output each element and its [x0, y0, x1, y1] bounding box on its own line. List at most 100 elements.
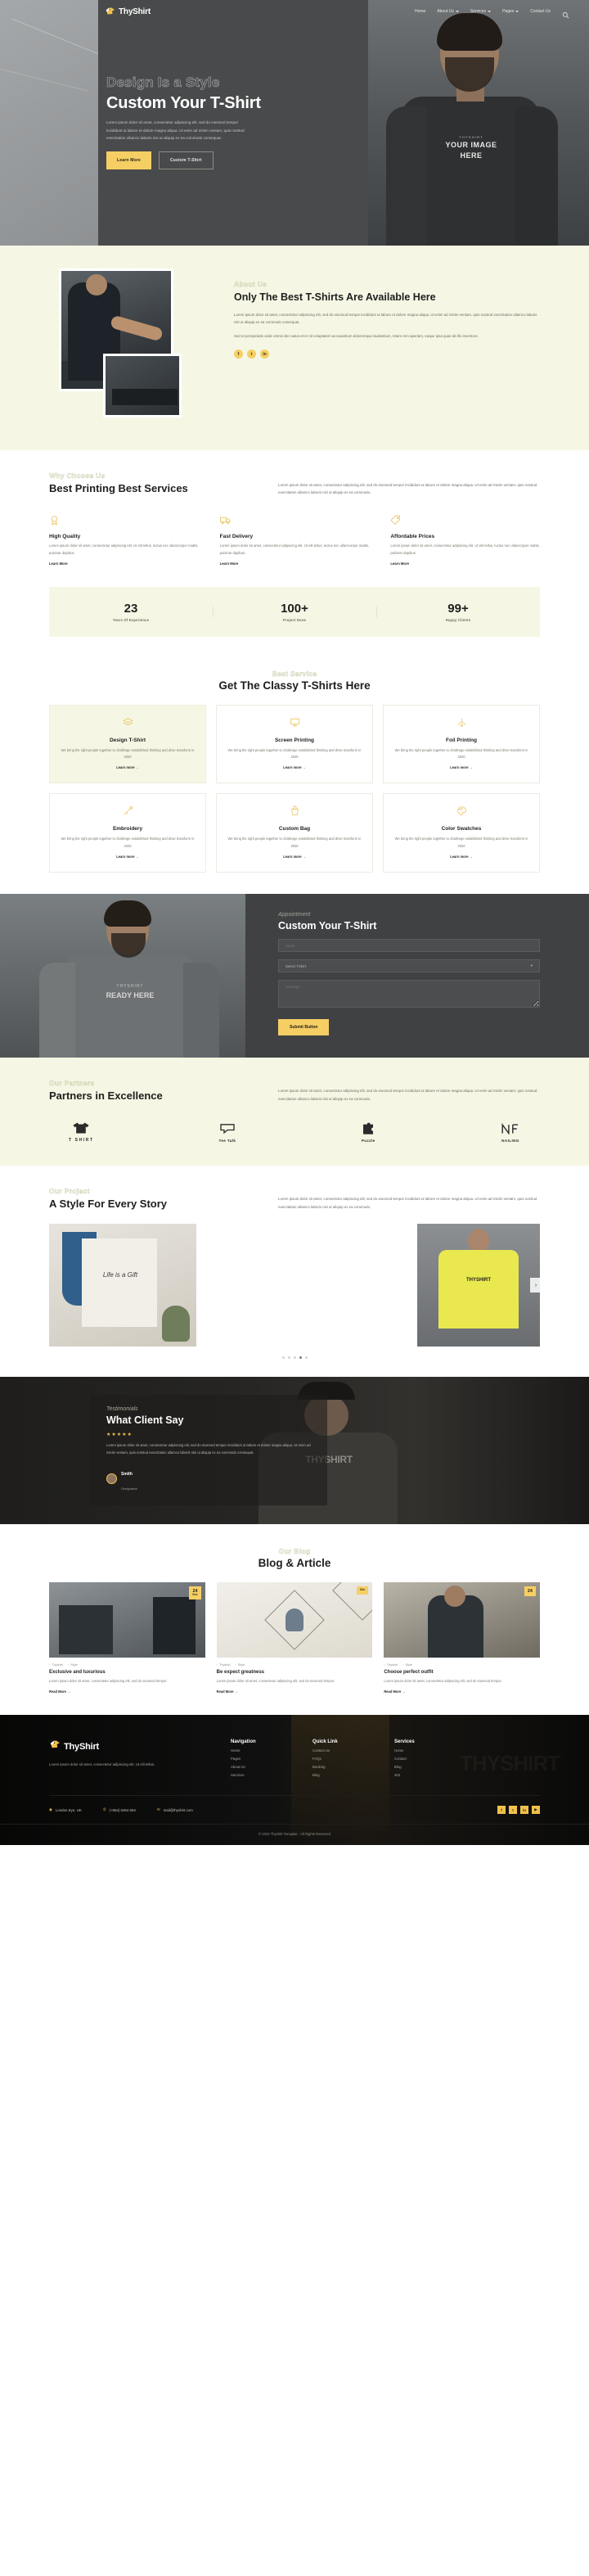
blog-date-badge: 24 Dec	[189, 1586, 201, 1599]
carousel-dot[interactable]	[287, 1356, 290, 1359]
why-features: High Quality Lorem ipsum dolor sit amet,…	[49, 515, 540, 566]
footer-link[interactable]: Contact Us	[312, 1748, 376, 1753]
youtube-icon[interactable]: ▶	[532, 1806, 540, 1815]
carousel-dot-active[interactable]	[299, 1356, 302, 1359]
blog-author-name: Thyshirt	[219, 1663, 231, 1667]
blog-read-more-link[interactable]: Read More →	[49, 1690, 205, 1694]
blog-image: 24 Dec	[216, 1582, 373, 1658]
partner-logo-tee-talk[interactable]: Tee Talk	[218, 1121, 236, 1143]
service-card-screen-printing[interactable]: Screen Printing We bring the right peopl…	[216, 704, 373, 784]
blog-date-day: 24	[527, 1589, 533, 1594]
custom-tshirt-button[interactable]: Custom T-Shirt	[158, 151, 214, 169]
footer-link[interactable]: Blog	[312, 1773, 376, 1777]
blog-card[interactable]: 24 Dec ◦ Thyshirt ◦ Style Be expect grea…	[216, 1582, 373, 1694]
partner-logo-nailing[interactable]: NAILING	[501, 1121, 520, 1143]
project-image-bag[interactable]: Life is a Gift	[49, 1224, 196, 1347]
blog-read-more-label: Read More	[216, 1690, 234, 1694]
foil-icon	[456, 717, 467, 731]
stat-label: Happy Clients	[445, 617, 471, 622]
footer-contact-phone[interactable]: ✆ (+654) 6464 654	[103, 1807, 136, 1812]
blog-card[interactable]: 24 Dec ◦ Thyshirt ◦ Style Exclusive and …	[49, 1582, 205, 1694]
testimonial-quote: Lorem ipsum dolor sit amet, consectetur …	[106, 1443, 311, 1455]
footer-contact-text: (+654) 6464 654	[109, 1807, 136, 1812]
footer-link[interactable]: FAQs	[312, 1757, 376, 1761]
feature-learn-more-link[interactable]: Learn More	[49, 562, 199, 566]
tshirt-select[interactable]: Select TShirt ▾	[278, 959, 540, 973]
footer-link[interactable]: Services	[231, 1773, 294, 1777]
message-field[interactable]	[278, 980, 540, 1008]
learn-more-button[interactable]: Learn More	[106, 151, 151, 169]
blog-read-more-link[interactable]: Read More →	[384, 1690, 540, 1694]
footer-link[interactable]: Contact	[394, 1757, 458, 1761]
avatar	[106, 1473, 117, 1485]
nav-item-pages[interactable]: Pages	[502, 9, 519, 14]
blog-meta: ◦ Thyshirt ◦ Style	[384, 1663, 540, 1667]
blog-read-more-link[interactable]: Read More →	[217, 1690, 373, 1694]
instagram-icon[interactable]: in	[520, 1806, 528, 1815]
feature-learn-more-link[interactable]: Learn More	[390, 562, 540, 566]
partner-logos: T SHIRT Tee Talk Puzzle NAILING	[49, 1121, 540, 1143]
testimonial-eyebrow: Testimonials	[106, 1406, 138, 1412]
instagram-icon[interactable]: in	[260, 350, 269, 359]
service-card-embroidery[interactable]: Embroidery We bring the right people tog…	[49, 793, 206, 873]
twitter-icon[interactable]: t	[509, 1806, 517, 1815]
blog-date-day: 24	[332, 1582, 373, 1621]
blog-card[interactable]: 24 Dec ◦ Thyshirt ◦ Style Choose perfect…	[384, 1582, 540, 1694]
why-eyebrow: Why Choose Us	[49, 471, 106, 480]
service-learn-more-link[interactable]: Learn more →	[393, 855, 529, 859]
footer-brand[interactable]: ThyShirt	[49, 1739, 213, 1754]
partner-logo-puzzle[interactable]: Puzzle	[361, 1121, 375, 1143]
service-learn-more-link[interactable]: Learn more →	[393, 765, 529, 769]
footer-link[interactable]: Home	[231, 1748, 294, 1753]
twitter-icon[interactable]: t	[247, 350, 256, 359]
nav-item-contact-us[interactable]: Contact Us	[530, 9, 551, 14]
carousel-dot[interactable]	[304, 1356, 308, 1359]
project-image-tee[interactable]: THYSHIRT	[417, 1224, 540, 1347]
stat-project-done: 100+ Project Done	[213, 602, 376, 622]
testimonial-author: Smith Designation	[106, 1464, 311, 1494]
partner-logo-tshirt[interactable]: T SHIRT	[69, 1121, 94, 1143]
service-text: We bring the right people together to ch…	[394, 837, 528, 848]
service-card-foil-printing[interactable]: Foil Printing We bring the right people …	[383, 704, 540, 784]
tag-icon: ◦	[67, 1663, 70, 1667]
service-learn-more-link[interactable]: Learn more →	[60, 855, 196, 859]
chevron-right-icon[interactable]: ›	[530, 1278, 542, 1293]
footer-link[interactable]: Blog	[394, 1765, 458, 1769]
facebook-icon[interactable]: f	[234, 350, 243, 359]
footer-link[interactable]: Booking	[312, 1765, 376, 1769]
facebook-icon[interactable]: f	[497, 1806, 506, 1815]
footer-link[interactable]: About Us	[231, 1765, 294, 1769]
service-text: We bring the right people together to ch…	[227, 747, 362, 759]
footer-link[interactable]: Home	[394, 1748, 458, 1753]
footer-contact-location[interactable]: ◉ London Eye, UK	[49, 1807, 82, 1812]
search-icon[interactable]	[562, 8, 569, 18]
carousel-dot[interactable]	[281, 1356, 285, 1359]
services-grid: Design T-Shirt We bring the right people…	[49, 704, 540, 873]
partners-paragraph: Lorem ipsum dolor sit amet, consectetur …	[278, 1089, 537, 1101]
email-field[interactable]	[278, 939, 540, 953]
service-card-design-tshirt[interactable]: Design T-Shirt We bring the right people…	[49, 704, 206, 784]
service-learn-more-link[interactable]: Learn more →	[60, 765, 196, 769]
stat-happy-clients: 99+ Happy Clients	[376, 602, 540, 622]
main-navbar: ThyShirt Home About Us Services Pages Co…	[0, 0, 589, 23]
service-learn-more-link[interactable]: Learn more →	[227, 765, 362, 769]
service-link-label: Learn more	[116, 855, 135, 859]
footer-contact-email[interactable]: ✉ mail@thyshirt.com	[157, 1807, 193, 1812]
partners-section: Our Partners Partners in Excellence Lore…	[0, 1058, 589, 1166]
nav-item-services[interactable]: Services	[470, 9, 492, 14]
service-learn-more-link[interactable]: Learn more →	[227, 855, 362, 859]
hero-paragraph: Lorem ipsum dolor sit amet, consectetur …	[106, 120, 245, 141]
service-link-label: Learn more	[283, 855, 302, 859]
brand-logo-link[interactable]: ThyShirt	[105, 7, 151, 16]
nav-item-about-us[interactable]: About Us	[437, 9, 459, 14]
footer-link[interactable]: 404	[394, 1773, 458, 1777]
feature-learn-more-link[interactable]: Learn More	[220, 562, 370, 566]
submit-button[interactable]: Submit Button	[278, 1019, 330, 1036]
service-card-color-swatches[interactable]: Color Swatches We bring the right people…	[383, 793, 540, 873]
nav-item-home[interactable]: Home	[415, 9, 425, 14]
carousel-dot[interactable]	[293, 1356, 296, 1359]
service-title: Color Swatches	[441, 826, 482, 832]
footer-link[interactable]: Pages	[231, 1757, 294, 1761]
service-card-custom-bag[interactable]: Custom Bag We bring the right people tog…	[216, 793, 373, 873]
project-paragraph: Lorem ipsum dolor sit amet, consectetur …	[278, 1197, 537, 1209]
